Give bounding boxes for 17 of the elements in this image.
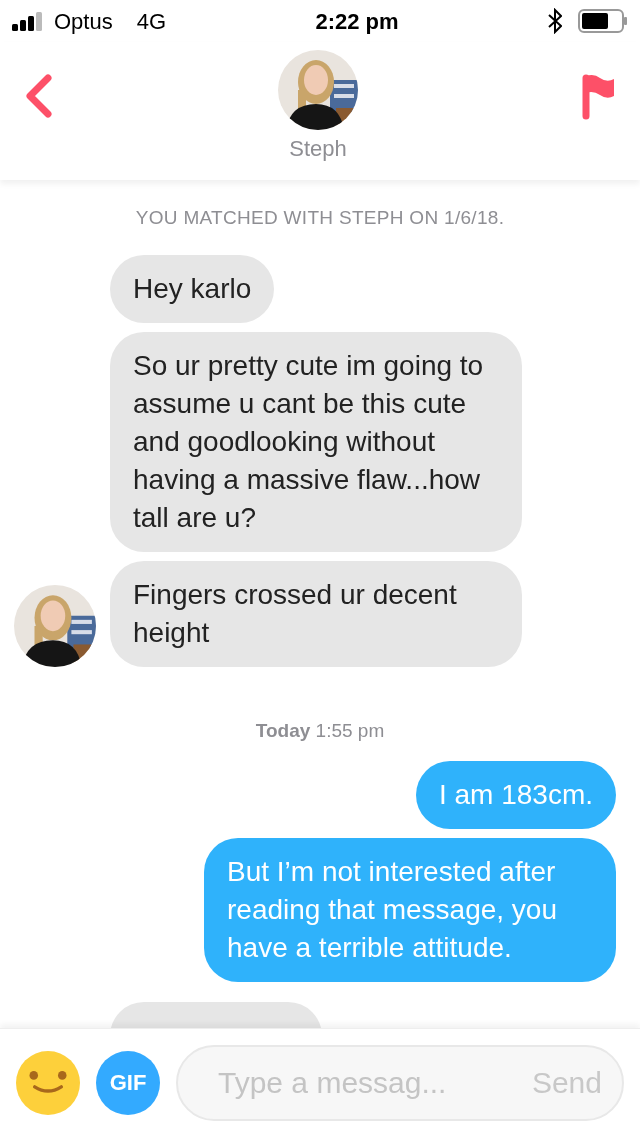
profile-name: Steph (289, 135, 347, 163)
message-bubble: I am 183cm. (415, 761, 616, 829)
battery-icon (578, 9, 628, 33)
report-flag-button[interactable] (582, 74, 616, 120)
smiley-icon (29, 1070, 67, 1095)
message-bubble: Hey karlo (110, 254, 275, 323)
back-button[interactable] (24, 74, 54, 118)
message-bubble: So ur pretty cute im going to assume u cant be this cute and goodlooking without having a massive flaw...how tall are u? (110, 331, 522, 552)
bluetooth-icon (548, 8, 562, 34)
carrier-name: Optus (54, 7, 113, 36)
date-separator: Today 1:55 pm (254, 718, 386, 743)
network-type: 4G (136, 7, 167, 36)
match-notice: YOU MATCHED WITH STEPH ON 1/6/18. (134, 206, 506, 230)
message-bubble: Fingers crossed ur decent height (110, 560, 522, 667)
clock-time: 2:22 pm (315, 7, 399, 36)
gif-button[interactable]: GIF (96, 1050, 160, 1115)
message-bubble: But I’m not interested after reading that message, you have a terrible attitude. (204, 838, 616, 982)
